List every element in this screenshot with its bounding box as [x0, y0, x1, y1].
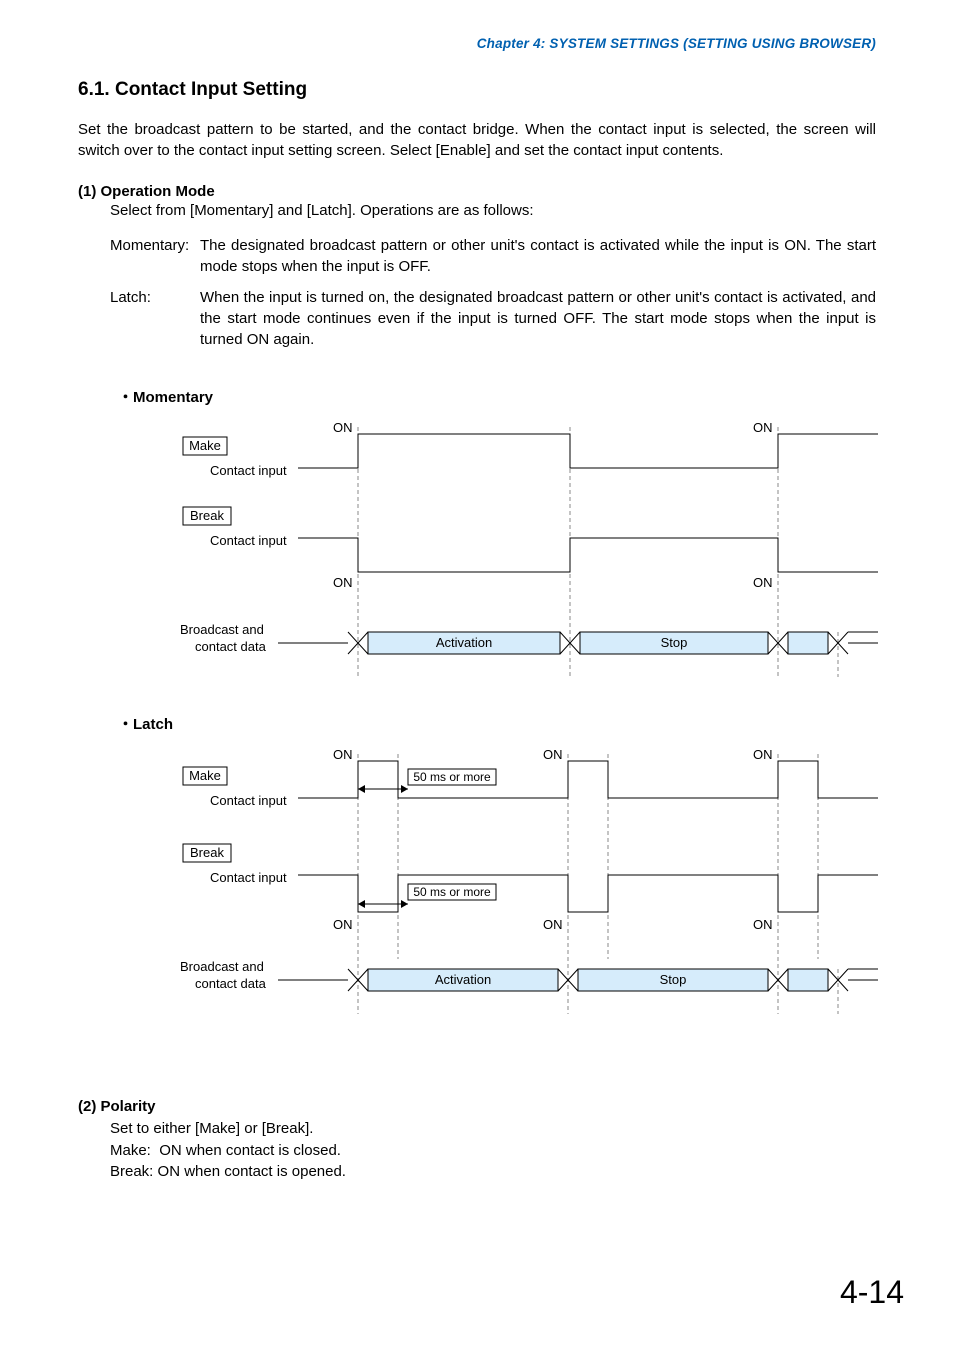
- momentary-desc: The designated broadcast pattern or othe…: [200, 235, 876, 277]
- operation-mode-intro: Select from [Momentary] and [Latch]. Ope…: [110, 200, 876, 221]
- latch-desc: When the input is turned on, the designa…: [200, 287, 876, 350]
- page-container: Chapter 4: SYSTEM SETTINGS (SETTING USIN…: [0, 0, 954, 1351]
- activation-label: Activation: [435, 972, 491, 987]
- polarity-break-label: Break:: [110, 1163, 153, 1180]
- on-label: ON: [543, 917, 563, 932]
- broadcast-label-2: contact data: [195, 976, 267, 991]
- chapter-header: Chapter 4: SYSTEM SETTINGS (SETTING USIN…: [78, 36, 876, 51]
- polarity-break-desc: ON when contact is opened.: [158, 1163, 346, 1180]
- polarity-make-label: Make:: [110, 1142, 151, 1159]
- broadcast-label-2: contact data: [195, 639, 267, 654]
- momentary-row: Momentary: The designated broadcast patt…: [110, 235, 876, 277]
- polarity-break-line: Break: ON when contact is opened.: [110, 1161, 876, 1183]
- contact-input-label: Contact input: [210, 463, 287, 478]
- polarity-line1: Set to either [Make] or [Break].: [110, 1118, 876, 1140]
- on-label: ON: [753, 420, 773, 435]
- on-label: ON: [753, 747, 773, 762]
- broadcast-label-1: Broadcast and: [180, 622, 264, 637]
- latch-label: Latch:: [110, 287, 200, 350]
- operation-mode-heading: (1) Operation Mode: [78, 183, 876, 200]
- stop-label: Stop: [661, 635, 688, 650]
- latch-diagram-title: ・Latch: [118, 713, 876, 734]
- momentary-label: Momentary:: [110, 235, 200, 277]
- polarity-make-line: Make: ON when contact is closed.: [110, 1140, 876, 1162]
- stop-label: Stop: [660, 972, 687, 987]
- contact-input-label: Contact input: [210, 793, 287, 808]
- on-label: ON: [333, 575, 353, 590]
- contact-input-label: Contact input: [210, 870, 287, 885]
- make-label: Make: [189, 768, 221, 783]
- polarity-block: (2) Polarity Set to either [Make] or [Br…: [78, 1096, 876, 1183]
- latch-diagram: Make Contact input ON ON ON 50 ms or mor…: [108, 734, 908, 1024]
- on-label: ON: [543, 747, 563, 762]
- on-label: ON: [333, 917, 353, 932]
- polarity-heading: (2) Polarity: [78, 1096, 876, 1118]
- on-label: ON: [333, 420, 353, 435]
- break-label: Break: [190, 845, 224, 860]
- fifty-ms-label: 50 ms or more: [413, 885, 491, 899]
- section-intro: Set the broadcast pattern to be started,…: [78, 119, 876, 161]
- break-label: Break: [190, 508, 224, 523]
- on-label: ON: [753, 917, 773, 932]
- fifty-ms-label: 50 ms or more: [413, 770, 491, 784]
- make-label: Make: [189, 438, 221, 453]
- page-number: 4-14: [840, 1274, 904, 1311]
- momentary-diagram-title: ・Momentary: [118, 386, 876, 407]
- activation-label: Activation: [436, 635, 492, 650]
- section-title: 6.1. Contact Input Setting: [78, 79, 876, 101]
- momentary-diagram: Make Contact input ON ON Break Contact i…: [108, 407, 908, 687]
- latch-row: Latch: When the input is turned on, the …: [110, 287, 876, 350]
- broadcast-label-1: Broadcast and: [180, 959, 264, 974]
- polarity-make-desc: ON when contact is closed.: [159, 1142, 341, 1159]
- on-label: ON: [333, 747, 353, 762]
- on-label: ON: [753, 575, 773, 590]
- contact-input-label: Contact input: [210, 533, 287, 548]
